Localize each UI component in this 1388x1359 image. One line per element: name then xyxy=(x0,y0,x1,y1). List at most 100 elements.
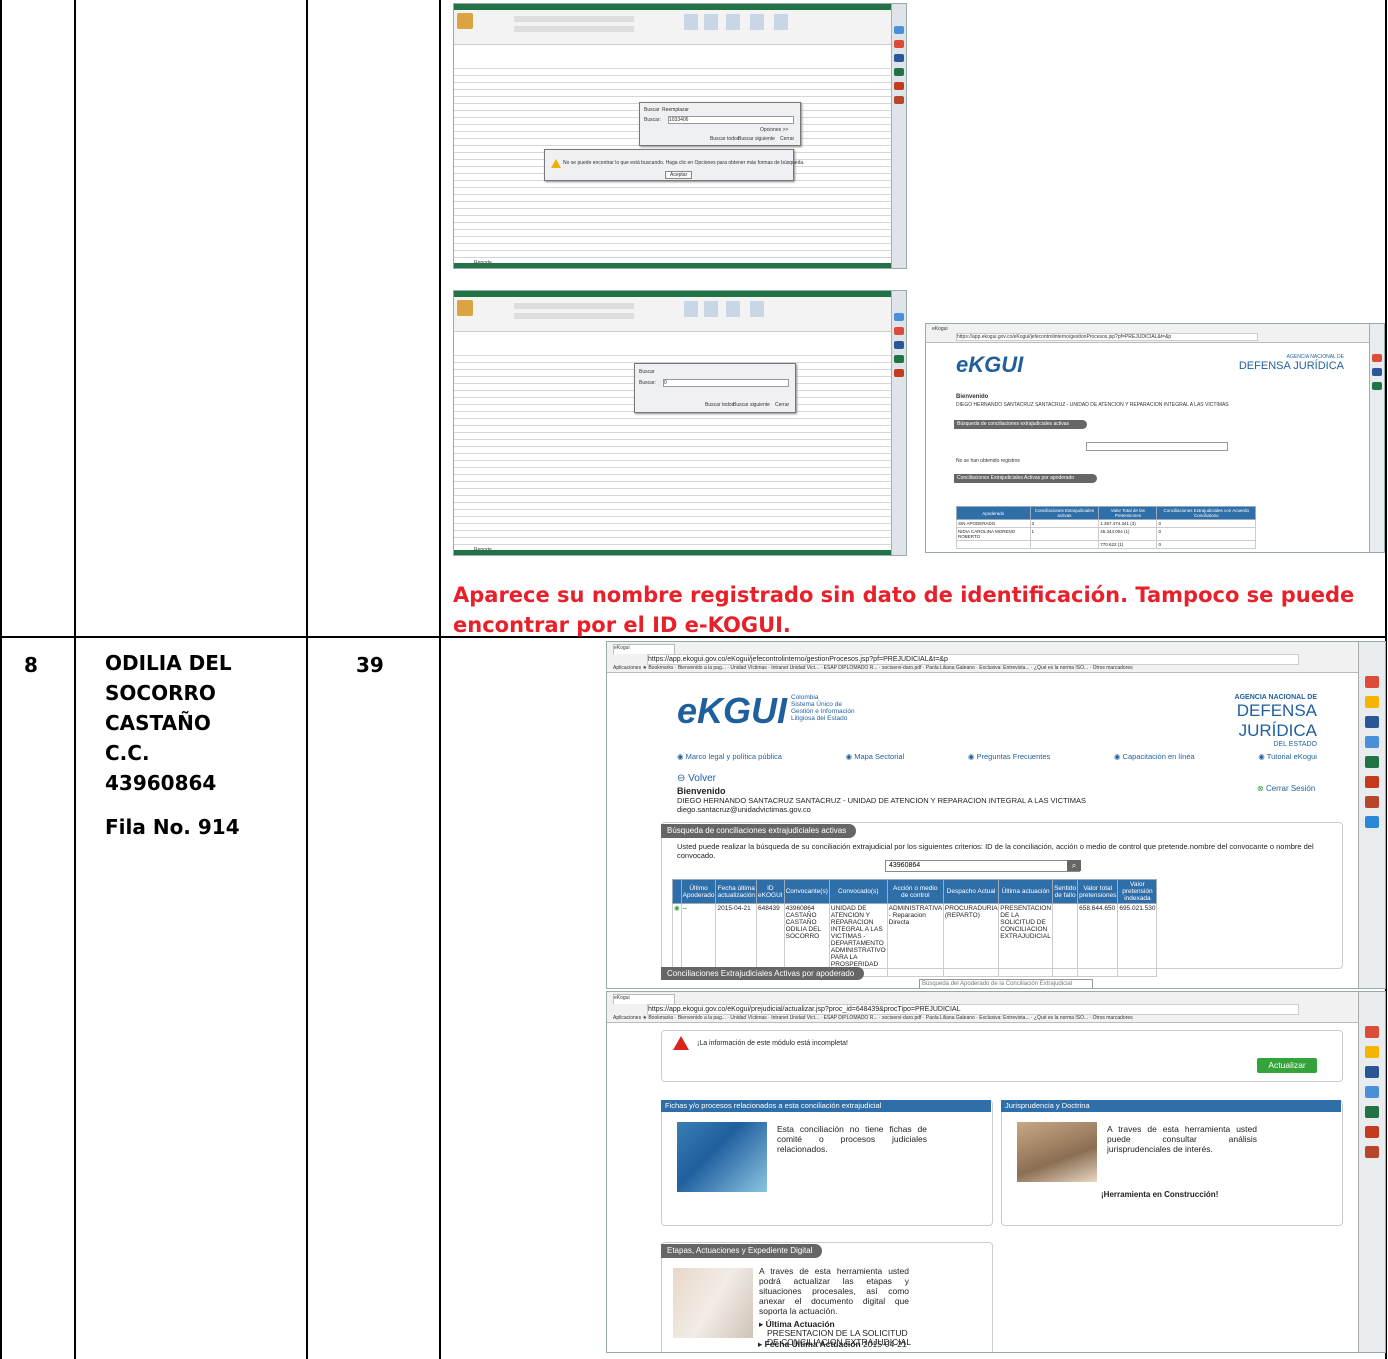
chrome-icon xyxy=(894,40,904,48)
find-label: Buscar: xyxy=(644,117,661,123)
close-button[interactable]: Cerrar xyxy=(780,136,794,142)
observation-note: Aparece su nombre registrado sin dato de… xyxy=(453,583,1355,637)
pdf-icon xyxy=(894,82,904,90)
find-dialog: Buscar Buscar: 0 Buscar todos Buscar sig… xyxy=(634,363,796,413)
table-header-row: Último Apoderado Fecha última actualizaci… xyxy=(672,879,1158,904)
table-row[interactable]: SIN APODERADO 3 1.357.474.341 (3) 0 xyxy=(956,519,1256,528)
update-button[interactable]: Actualizar xyxy=(1257,1058,1317,1073)
address-bar[interactable]: https://app.ekogui.gov.co/eKogui/prejudi… xyxy=(647,1004,1299,1015)
search-input[interactable] xyxy=(1086,442,1228,451)
address-bar[interactable]: https://app.ekogui.gov.co/eKogui/jefecon… xyxy=(956,333,1258,341)
jurisprudencia-image xyxy=(1017,1122,1097,1182)
logout-icon: ⊗ xyxy=(1257,784,1264,793)
agency-logo: AGENCIA NACIONAL DE DEFENSA JURÍDICA xyxy=(1238,354,1344,372)
side-taskbar xyxy=(891,4,906,268)
outlook-icon xyxy=(1365,736,1379,748)
apoderado-section-header: Conciliaciones Extrajudiciales Activas p… xyxy=(954,474,1097,483)
side-taskbar xyxy=(891,291,906,555)
table-row[interactable]: 770.622 (1) 0 xyxy=(956,540,1256,549)
search-section-header: Búsqueda de conciliaciones extrajudicial… xyxy=(661,824,857,838)
fichas-image xyxy=(677,1122,767,1192)
apoderado-table: Apoderado Conciliaciones Extrajudiciales … xyxy=(956,506,1256,549)
chrome-icon xyxy=(1365,1026,1379,1038)
row-number: 8 xyxy=(24,653,38,677)
nav-faq[interactable]: ◉ Preguntas Frecuentes xyxy=(968,752,1050,761)
search-section-header: Búsqueda de conciliaciones extrajudicial… xyxy=(954,420,1087,429)
pdf-icon xyxy=(1365,1126,1379,1138)
agency-logo: AGENCIA NACIONAL DE DEFENSA JURÍDICA DEL… xyxy=(1234,694,1317,748)
side-taskbar xyxy=(1358,642,1385,988)
person-name: ODILIA DEL SOCORRO CASTAÑO C.C. 43960864 xyxy=(105,648,232,798)
find-input[interactable]: 1033406 xyxy=(668,116,794,124)
find-label: Buscar: xyxy=(639,380,656,386)
apoderado-section-header: Conciliaciones Extrajudiciales Activas p… xyxy=(661,967,865,980)
system-name: Colombia Sistema Único de Gestión e Infor… xyxy=(791,694,855,722)
nav-legal[interactable]: ◉ Marco legal y política pública xyxy=(677,752,782,761)
no-records-text: No se han obtenido registros xyxy=(956,458,1020,464)
select-icon[interactable]: ◉ xyxy=(674,905,680,912)
warning-icon xyxy=(551,159,561,168)
ppt-icon xyxy=(894,96,904,104)
ekogui-search-screenshot: eKogui https://app.ekogui.gov.co/eKogui/… xyxy=(606,641,1386,989)
pdf-icon xyxy=(1365,776,1379,788)
outlook-icon xyxy=(1365,1086,1379,1098)
search-description: Usted puede realizar la búsqueda de su c… xyxy=(677,842,1314,860)
find-tab: Buscar xyxy=(644,107,660,113)
user-info: DIEGO HERNANDO SANTACRUZ SANTACRUZ - UNI… xyxy=(677,796,1086,805)
excel-icon xyxy=(1365,1106,1379,1118)
name-line: SOCORRO xyxy=(105,681,216,705)
ekogui-logo: eKGUI xyxy=(677,690,788,731)
fecha-ultima-actuacion: ▸ Fecha Última Actuación 2015-04-21 xyxy=(758,1339,907,1349)
app-icon xyxy=(894,26,904,34)
name-line: C.C. xyxy=(105,741,150,765)
table-border-col1 xyxy=(74,0,76,1359)
close-button[interactable]: Cerrar xyxy=(775,402,789,408)
name-line: CASTAÑO xyxy=(105,711,211,735)
options-button[interactable]: Opciones >> xyxy=(760,127,788,133)
find-input[interactable]: 0 xyxy=(663,379,789,387)
apoderado-search-input[interactable]: Búsqueda del Apoderado de la Conciliació… xyxy=(919,979,1093,988)
not-found-message: No se puede encontrar lo que está buscan… xyxy=(563,160,805,166)
excel-screenshot-1: Buscar Reemplazar Buscar: 1033406 Opcion… xyxy=(453,3,907,269)
name-line: ODILIA DEL xyxy=(105,651,232,675)
browser-tab[interactable]: eKogui xyxy=(613,644,675,654)
nav-training[interactable]: ◉ Capacitación en línea xyxy=(1114,752,1195,761)
welcome-label: Bienvenido xyxy=(956,394,989,400)
find-tab: Buscar xyxy=(639,369,655,375)
browser-tab[interactable]: eKogui xyxy=(613,994,675,1004)
find-dialog: Buscar Reemplazar Buscar: 1033406 Opcion… xyxy=(639,102,801,146)
construction-label: ¡Herramienta en Construcción! xyxy=(1101,1190,1219,1199)
back-link[interactable]: ⊖ Volver xyxy=(677,773,716,784)
table-row[interactable]: NIDIA CAROLINA MORENO ROBERTO 1 45.344.004… xyxy=(956,527,1256,541)
table-row[interactable]: ◉ -- 2015-04-21 648439 43960864 CASTAÑO CAS… xyxy=(672,903,1158,977)
warning-icon xyxy=(673,1036,689,1050)
find-next-button[interactable]: Buscar siguiente xyxy=(733,402,770,408)
ekogui-logo: eKGUI xyxy=(956,352,1024,377)
status-bar xyxy=(454,263,892,268)
bookmarks-bar: Aplicaciones ★ Bookmarks · Bienvenido a … xyxy=(613,1015,1133,1021)
find-all-button[interactable]: Buscar todos xyxy=(710,136,739,142)
browser-tab[interactable]: eKogui xyxy=(932,326,948,332)
logout-link[interactable]: ⊗ Cerrar Sesión xyxy=(1257,784,1315,793)
etapas-text: A traves de esta herramienta usted podrá… xyxy=(759,1266,909,1316)
word-icon xyxy=(1365,716,1379,728)
word-icon xyxy=(1365,1066,1379,1078)
search-icon[interactable]: ⌕ xyxy=(1067,860,1081,871)
side-taskbar xyxy=(1369,324,1384,552)
results-table: Último Apoderado Fecha última actualizaci… xyxy=(672,879,1158,977)
nav-tutorial[interactable]: ◉ Tutorial eKogui xyxy=(1258,752,1317,761)
excel-ribbon xyxy=(454,297,906,332)
find-all-button[interactable]: Buscar todos xyxy=(705,402,734,408)
name-line: 43960864 xyxy=(105,771,217,795)
jurisprudencia-text: A traves de esta herramienta usted puede… xyxy=(1107,1124,1257,1154)
nav-map[interactable]: ◉ Mapa Sectorial xyxy=(846,752,905,761)
find-next-button[interactable]: Buscar siguiente xyxy=(738,136,775,142)
status-bar xyxy=(454,550,892,555)
address-bar[interactable]: https://app.ekogui.gov.co/eKogui/jefecon… xyxy=(647,654,1299,665)
warning-panel xyxy=(661,1030,1343,1082)
search-input[interactable]: 43960864 xyxy=(885,860,1080,872)
side-taskbar xyxy=(1358,992,1385,1352)
excel-screenshot-2: Buscar Buscar: 0 Buscar todos Buscar sig… xyxy=(453,290,907,556)
table-border-left xyxy=(0,0,2,1359)
accept-button[interactable]: Aceptar xyxy=(665,171,693,179)
